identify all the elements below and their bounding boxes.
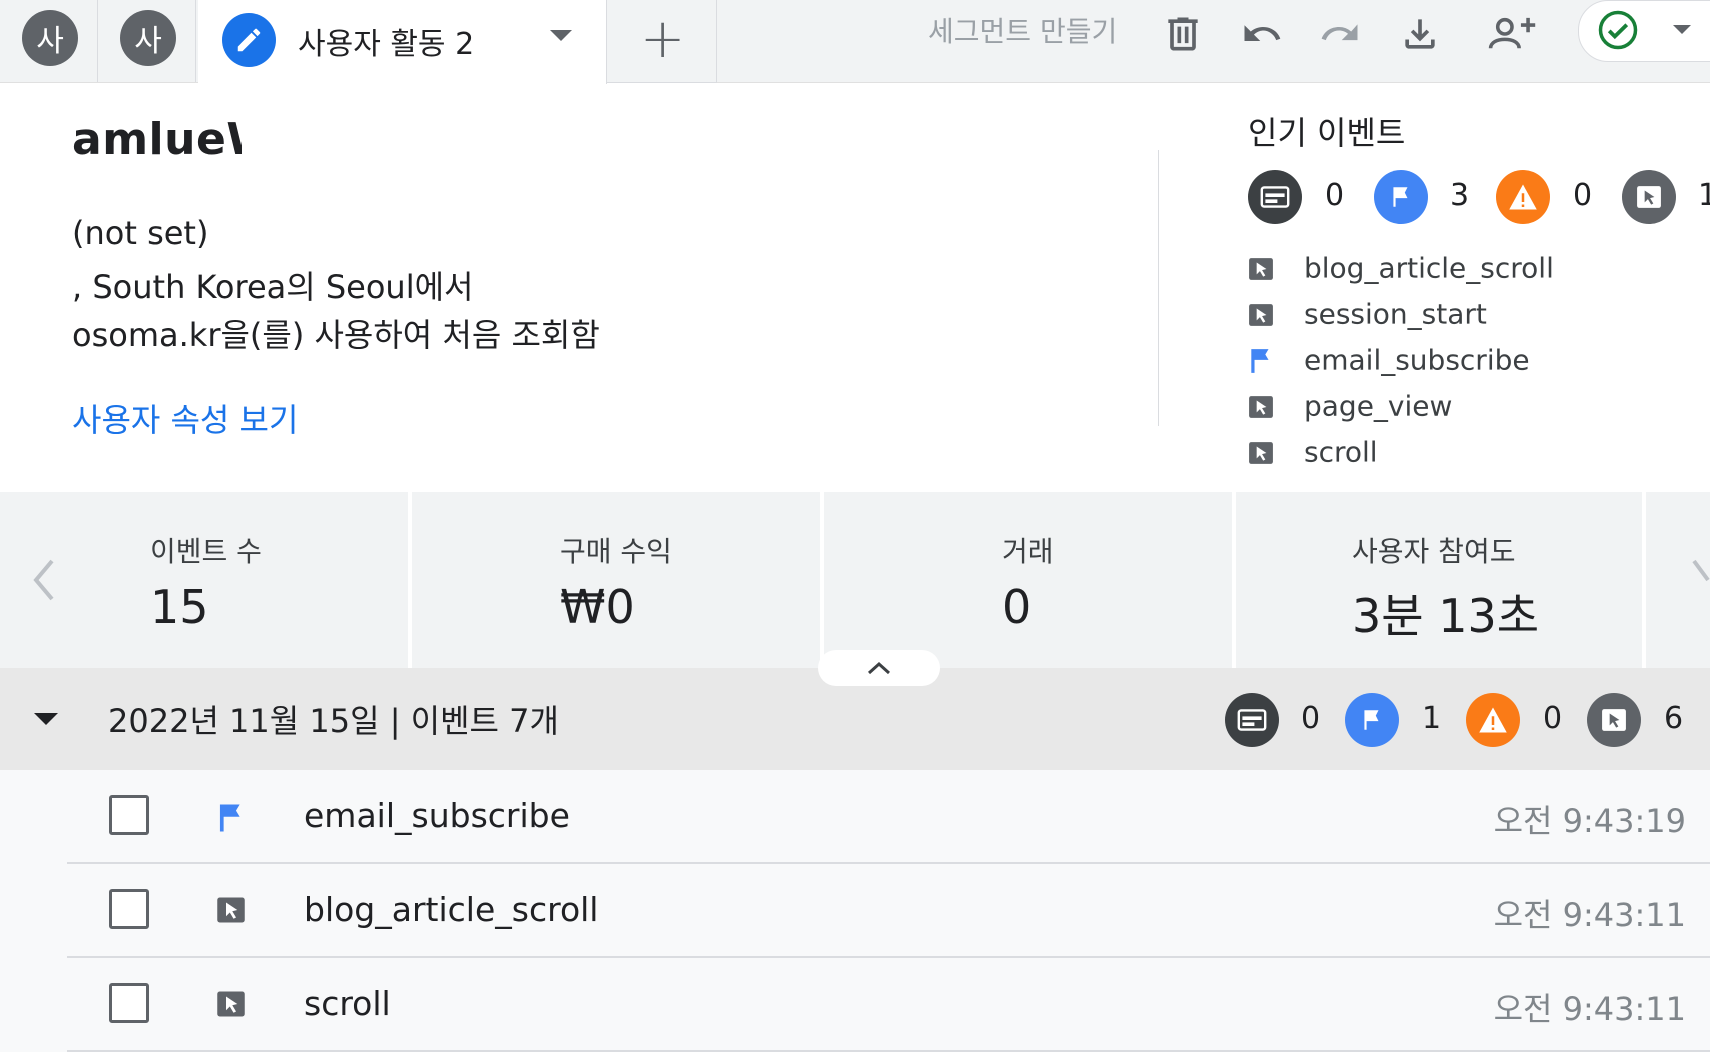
user-info-line1: (not set) [72,214,209,252]
divider [67,1050,1710,1052]
flag-icon [1345,693,1399,747]
event-time: 오전 9:43:11 [1493,990,1686,1028]
popular-count-warning: 0 [1573,178,1593,213]
cursor-icon [1248,393,1274,419]
warning-icon [1466,693,1520,747]
metric-value: 0 [1002,580,1032,634]
share-user-icon[interactable] [1482,4,1542,64]
cursor-icon [1587,693,1641,747]
user-id: amlueW [72,114,242,165]
active-tab[interactable]: 사용자 활동 2 [198,0,607,84]
cursor-icon [1248,439,1274,465]
row-checkbox[interactable] [109,889,149,929]
divider [820,492,824,668]
day-count-flag: 1 [1422,701,1442,736]
popular-event-label: session_start [1304,297,1487,331]
metric-card: 구매 수익 ₩0 [560,530,672,634]
plus-icon: + [640,7,686,70]
metric-card: 이벤트 수 15 [150,530,262,634]
event-time: 오전 9:43:11 [1493,896,1686,934]
cursor-icon [1248,255,1274,281]
popular-event-item[interactable]: session_start [1248,296,1487,331]
view-user-properties-link[interactable]: 사용자 속성 보기 [72,395,298,441]
divider [408,492,412,668]
pencil-icon [222,13,276,67]
expand-caret-icon[interactable] [34,713,58,725]
cursor-icon [1622,170,1676,224]
chevron-down-icon[interactable] [550,30,572,41]
popular-count-flag: 3 [1450,178,1470,213]
event-time: 오전 9:43:19 [1493,802,1686,840]
divider [1642,492,1646,668]
collapse-button[interactable] [818,650,940,686]
popular-event-label: page_view [1304,389,1453,423]
caret-down-icon [1673,25,1691,34]
add-tab-button[interactable]: + [606,0,717,83]
chevron-up-icon [867,661,891,675]
user-info-line2: , South Korea의 Seoul에서 [72,268,474,306]
cursor-icon [216,990,246,1020]
chevron-left-icon[interactable] [28,555,58,605]
divider [1232,492,1236,668]
popular-event-label: blog_article_scroll [1304,251,1554,285]
flag-icon [1374,170,1428,224]
flag-icon [1248,347,1274,373]
metric-label: 이벤트 수 [150,535,262,568]
web-icon [1248,170,1302,224]
popular-event-label: email_subscribe [1304,343,1530,377]
popular-event-item[interactable]: blog_article_scroll [1248,250,1554,285]
metric-card: 사용자 참여도 3분 13초 [1352,530,1539,646]
avatar: 사 [22,10,78,66]
undo-icon[interactable] [1232,4,1292,64]
cursor-icon [1248,301,1274,327]
popular-events-title: 인기 이벤트 [1248,114,1406,152]
delete-icon[interactable] [1153,4,1213,64]
popular-event-label: scroll [1304,435,1378,469]
day-count-cursor: 6 [1664,701,1684,736]
event-row[interactable]: email_subscribe 오전 9:43:19 [0,770,1710,864]
flag-icon [216,802,246,832]
chevron-right-icon[interactable] [1690,555,1710,605]
popular-count-cursor: 1 [1698,178,1710,213]
row-checkbox[interactable] [109,983,149,1023]
popular-event-item[interactable]: scroll [1248,434,1378,469]
event-row[interactable]: scroll 오전 9:43:11 [0,958,1710,1052]
warning-icon [1496,170,1550,224]
metric-label: 구매 수익 [560,535,672,568]
metric-label: 거래 [1002,535,1054,568]
row-checkbox[interactable] [109,795,149,835]
tab-title: 사용자 활동 2 [298,27,475,62]
user-tab-2[interactable]: 사 [98,0,196,82]
avatar: 사 [120,10,176,66]
redo-icon[interactable] [1310,4,1370,64]
event-row[interactable]: blog_article_scroll 오전 9:43:11 [0,864,1710,958]
user-info-line3: osoma.kr을(를) 사용하여 처음 조회함 [72,316,600,354]
create-segment-button[interactable]: 세그먼트 만들기 [928,10,1117,50]
popular-count-web: 0 [1325,178,1345,213]
day-count-warning: 0 [1543,701,1563,736]
event-name: scroll [304,984,391,1023]
day-count-web: 0 [1301,701,1321,736]
popular-event-item[interactable]: email_subscribe [1248,342,1530,377]
cursor-icon [216,896,246,926]
metric-card: 거래 0 [1002,530,1054,634]
divider [1158,150,1159,426]
web-icon [1225,693,1279,747]
metric-value: ₩0 [560,580,635,634]
metric-label: 사용자 참여도 [1352,535,1516,568]
event-name: blog_article_scroll [304,890,599,929]
event-name: email_subscribe [304,796,570,835]
day-title: 2022년 11월 15일 | 이벤트 7개 [108,702,559,740]
metric-value: 15 [150,580,209,634]
check-circle-icon [1597,9,1639,55]
popular-event-item[interactable]: page_view [1248,388,1452,423]
metric-value: 3분 13초 [1352,589,1540,643]
download-icon[interactable] [1390,4,1450,64]
user-tab-1[interactable]: 사 [0,0,98,82]
status-dropdown[interactable] [1578,0,1710,62]
